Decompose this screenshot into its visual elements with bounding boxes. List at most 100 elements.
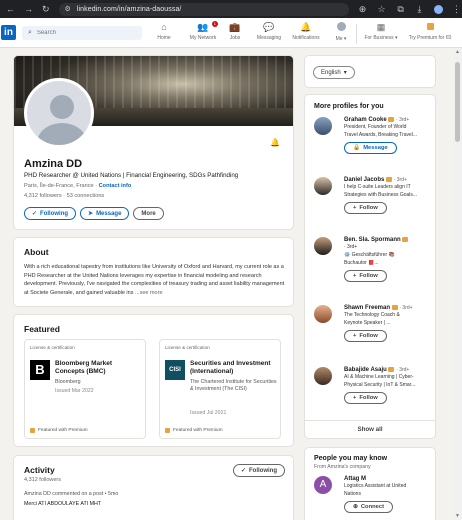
featured-item[interactable]: License & certification B Bloomberg Mark… bbox=[24, 339, 146, 439]
extensions-icon[interactable]: ⧉ bbox=[396, 4, 406, 14]
person-name[interactable]: Babajide Asaju · 3rd+ bbox=[344, 367, 434, 373]
activity-following-button[interactable]: ✓ Following bbox=[232, 464, 285, 477]
featured-issuer: The Chartered Institute for Securities &… bbox=[190, 379, 277, 392]
nav-notifications[interactable]: 🔔 Notifications bbox=[288, 22, 324, 46]
linkedin-logo[interactable]: in bbox=[1, 25, 16, 40]
nav-try-premium[interactable]: Try Premium for €0 bbox=[406, 22, 454, 46]
profile-photo[interactable] bbox=[24, 78, 94, 148]
bell-icon[interactable]: 🔔 bbox=[270, 138, 280, 147]
avatar[interactable] bbox=[314, 237, 332, 255]
person-desc: Physical Security | IoT & Smar... bbox=[344, 382, 416, 389]
linkedin-global-nav: in ⌕ ⌂ Home 👥 1 My Network 💼 Jobs 💬 Mess… bbox=[0, 18, 462, 48]
activity-comment-text[interactable]: Merci ATI ABDOULAYE ATI MHT bbox=[24, 501, 101, 507]
follow-button[interactable]: + Follow bbox=[344, 392, 387, 405]
person-name[interactable]: Ben. Sla. Spormann bbox=[344, 237, 434, 243]
address-bar[interactable]: ⚙ linkedin.com/in/amzina-daoussa/ bbox=[58, 2, 349, 16]
bloomberg-logo: B bbox=[30, 360, 50, 380]
follow-button[interactable]: + Follow bbox=[344, 270, 387, 283]
featured-title-text: Bloomberg Market Concepts (BMC) bbox=[55, 360, 113, 375]
avatar[interactable] bbox=[314, 177, 332, 195]
pymk-subtitle: From Amzina's company bbox=[314, 464, 371, 470]
featured-item[interactable]: License & certification CISI Securities … bbox=[159, 339, 281, 439]
featured-premium-footer: Featured with Premium bbox=[30, 428, 88, 433]
about-see-more-link[interactable]: ...see more bbox=[135, 290, 163, 296]
reload-icon[interactable]: ↻ bbox=[42, 4, 50, 14]
featured-date: Issued Jul 2021 bbox=[190, 410, 227, 416]
back-icon[interactable]: ← bbox=[6, 4, 15, 14]
home-icon: ⌂ bbox=[161, 22, 167, 32]
featured-type-label: License & certification bbox=[30, 345, 75, 350]
language-dropdown[interactable]: English ▾ bbox=[313, 66, 355, 79]
avatar[interactable] bbox=[314, 305, 332, 323]
featured-date: Issued Mar 2022 bbox=[55, 388, 94, 394]
follow-button[interactable]: + Follow bbox=[344, 330, 387, 343]
me-avatar bbox=[330, 22, 352, 34]
network-badge: 1 bbox=[211, 21, 218, 27]
linkedin-premium-badge-icon bbox=[388, 367, 395, 372]
show-all-button[interactable]: Show all bbox=[305, 420, 435, 438]
scroll-down-icon[interactable]: ▼ bbox=[453, 513, 462, 519]
page-scrollbar[interactable]: ▲ ▼ bbox=[453, 48, 462, 520]
more-profiles-card: More profiles for you Graham Cooke · 3rd… bbox=[304, 94, 436, 439]
following-button[interactable]: ✓ Following bbox=[24, 207, 77, 220]
zoom-icon[interactable]: ⊕ bbox=[358, 4, 368, 14]
message-label: Message bbox=[96, 210, 122, 217]
search-input[interactable] bbox=[36, 30, 127, 36]
browser-menu-icon[interactable]: ⋮ bbox=[452, 4, 462, 14]
download-icon[interactable]: ⤓ bbox=[415, 4, 425, 14]
forward-icon[interactable]: → bbox=[24, 4, 33, 14]
nav-for-business[interactable]: ▦ For Business ▾ bbox=[362, 22, 400, 46]
nav-home-label: Home bbox=[157, 35, 171, 41]
profile-location: Paris, Île-de-France, France · Contact i… bbox=[24, 183, 131, 189]
linkedin-premium-badge-icon bbox=[391, 305, 398, 310]
featured-section: Featured License & certification B Bloom… bbox=[13, 314, 294, 447]
search-box[interactable]: ⌕ bbox=[22, 26, 142, 40]
profile-stats[interactable]: 4,312 followers · 53 connections bbox=[24, 193, 104, 199]
avatar[interactable] bbox=[314, 367, 332, 385]
message-button[interactable]: 🔒 Message bbox=[344, 142, 397, 155]
profile-top-card: 🔔 Amzina DD PHD Researcher @ United Nati… bbox=[13, 55, 294, 230]
person-name[interactable]: Shawn Freeman · 3rd+ bbox=[344, 305, 434, 311]
browser-profile-avatar[interactable] bbox=[433, 4, 443, 14]
more-button[interactable]: More bbox=[133, 207, 164, 220]
chevron-down-icon: ▾ bbox=[343, 70, 347, 76]
person-name[interactable]: Daniel Jacobs · 3rd+ bbox=[344, 177, 434, 183]
message-button[interactable]: ➤ Message bbox=[80, 207, 130, 220]
avatar-body-placeholder bbox=[37, 123, 87, 145]
button-label: Message bbox=[363, 145, 388, 152]
nav-me[interactable]: Me ▾ bbox=[330, 22, 352, 46]
plus-icon: + bbox=[353, 333, 357, 340]
person-desc: Buchautor 📕... bbox=[344, 260, 379, 267]
button-label: Follow bbox=[359, 333, 378, 340]
connect-button[interactable]: ⊕ Connect bbox=[344, 501, 394, 513]
scroll-up-icon[interactable]: ▲ bbox=[453, 49, 462, 55]
people-you-may-know-card: People you may know From Amzina's compan… bbox=[304, 447, 436, 520]
site-info-icon[interactable]: ⚙ bbox=[65, 5, 71, 13]
contact-info-link[interactable]: Contact info bbox=[99, 183, 132, 189]
person-desc: Travel Awards, Breaking Travel... bbox=[344, 132, 418, 139]
avatar[interactable]: A bbox=[314, 476, 332, 494]
follow-button[interactable]: + Follow bbox=[344, 202, 387, 215]
featured-premium-footer: Featured with Premium bbox=[165, 428, 223, 433]
profile-actions: ✓ Following ➤ Message More bbox=[24, 207, 164, 220]
person-name[interactable]: Graham Cooke · 3rd+ bbox=[344, 117, 434, 123]
bookmark-star-icon[interactable]: ☆ bbox=[377, 4, 387, 14]
check-icon: ✓ bbox=[240, 468, 246, 474]
jobs-icon: 💼 bbox=[229, 22, 241, 32]
person-name[interactable]: Attag M bbox=[344, 476, 434, 482]
url-text[interactable]: linkedin.com/in/amzina-daoussa/ bbox=[77, 6, 182, 13]
nav-home[interactable]: ⌂ Home bbox=[152, 22, 176, 46]
scrollbar-thumb[interactable] bbox=[455, 62, 460, 142]
plus-icon: + bbox=[353, 395, 357, 402]
messaging-icon: 💬 bbox=[263, 22, 275, 32]
about-text: With a rich educational tapestry from in… bbox=[24, 263, 286, 297]
nav-my-network[interactable]: 👥 1 My Network bbox=[186, 21, 220, 46]
activity-comment-meta: Amzina DD commented on a post • 5mo bbox=[24, 491, 119, 497]
nav-jobs[interactable]: 💼 Jobs bbox=[224, 22, 246, 46]
person-name-text: Graham Cooke bbox=[344, 117, 387, 124]
avatar[interactable] bbox=[314, 117, 332, 135]
nav-messaging[interactable]: 💬 Messaging bbox=[254, 22, 284, 46]
nav-for-business-text: For Business bbox=[364, 35, 394, 41]
person-name-text: Daniel Jacobs bbox=[344, 177, 385, 184]
activity-following-label: Following bbox=[249, 467, 277, 474]
